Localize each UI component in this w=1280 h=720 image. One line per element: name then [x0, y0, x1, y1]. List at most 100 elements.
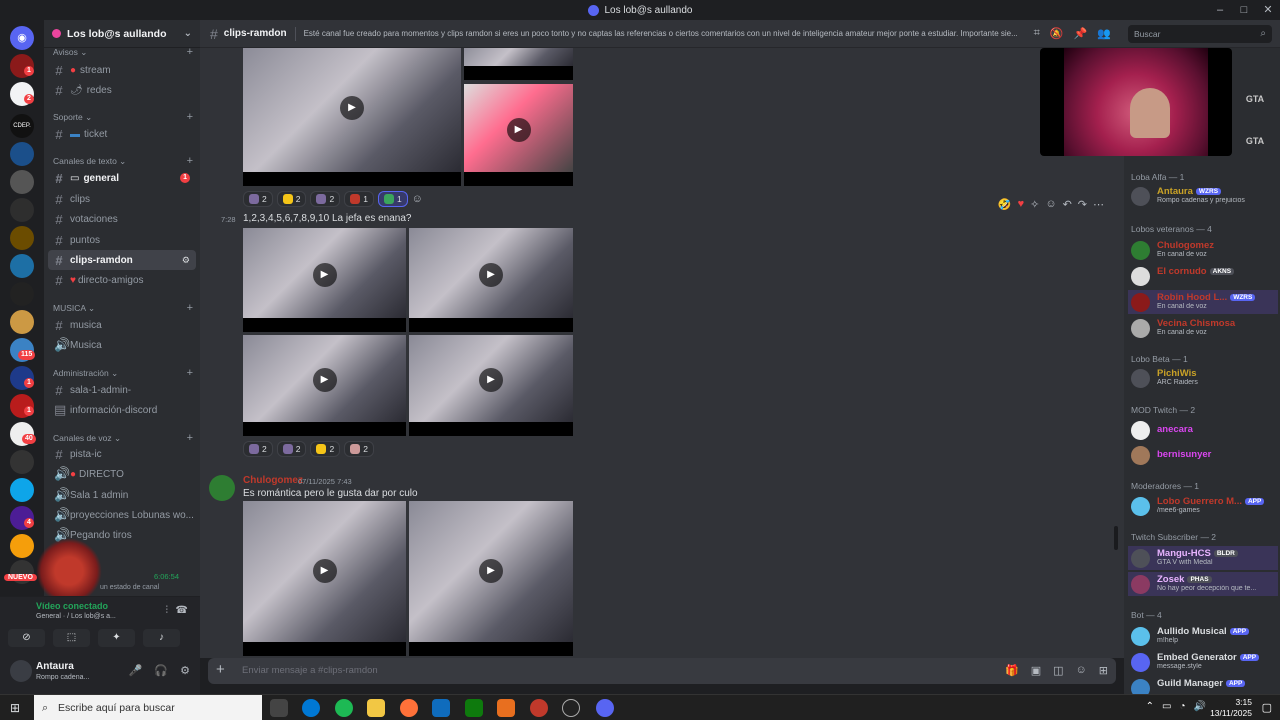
member-list-icon[interactable]: 👥	[1097, 27, 1111, 40]
add-channel-icon[interactable]: +	[187, 111, 193, 123]
add-channel-icon[interactable]: +	[187, 46, 193, 58]
play-icon[interactable]: ▶	[340, 95, 364, 120]
disconnect-icon[interactable]: ☎	[176, 605, 188, 616]
reaction[interactable]: 1	[344, 191, 374, 207]
edge-icon[interactable]	[302, 699, 320, 717]
firefox-icon[interactable]	[400, 699, 418, 717]
category-texto[interactable]: Canales de texto ⌄ +	[53, 155, 193, 167]
message-composer[interactable]: + Enviar mensaje a #clips-ramdon 🎁 ▣ ◫ ☺…	[208, 658, 1116, 684]
emoji-icon[interactable]: ☺	[1076, 664, 1087, 677]
server-icon[interactable]	[10, 254, 34, 278]
play-icon[interactable]: ▶	[312, 368, 337, 393]
forward-icon[interactable]: ↷	[1078, 198, 1087, 211]
activity-icon[interactable]: GTA	[1242, 128, 1268, 154]
add-channel-icon[interactable]: +	[187, 432, 193, 444]
add-reaction-icon[interactable]: ☺	[412, 191, 423, 207]
channel-sala-1-admin[interactable]: # sala-1-admin-	[48, 380, 196, 400]
gift-icon[interactable]: 🎁	[1005, 664, 1019, 677]
notification-icon[interactable]: ▢	[1262, 701, 1272, 714]
clock[interactable]: 3:15 13/11/2025	[1210, 697, 1252, 719]
gif-icon[interactable]: ▣	[1031, 664, 1041, 677]
reaction[interactable]: 2	[243, 441, 273, 457]
channel-directo-amigos[interactable]: # ♥ directo-amigos	[48, 270, 196, 290]
screen-share-button[interactable]: ⬚	[53, 629, 90, 647]
server-icon[interactable]: CDEP.	[10, 114, 34, 138]
search-input[interactable]: Buscar ⌕	[1128, 25, 1272, 43]
channel-settings-icon[interactable]: ⚙	[182, 255, 190, 266]
message-author[interactable]: Chulogomez	[243, 475, 303, 486]
member-item[interactable]: Chulogomez En canal de voz	[1128, 238, 1278, 262]
voice-channel-path[interactable]: General · / Los lob@s a...	[36, 613, 116, 620]
maximize-button[interactable]: □	[1232, 0, 1256, 20]
channel-redes[interactable]: # 🌶 redes	[48, 80, 196, 100]
member-item[interactable]: anecara	[1128, 418, 1278, 442]
chevron-up-icon[interactable]: ⌃	[1146, 701, 1154, 712]
app-icon[interactable]	[497, 699, 515, 717]
app-icon[interactable]	[562, 699, 580, 717]
video-attachment[interactable]: ▶	[464, 84, 573, 186]
category-voz[interactable]: Canales de voz ⌄ +	[53, 432, 193, 444]
play-icon[interactable]: ▶	[312, 262, 337, 287]
app-icon[interactable]	[530, 699, 548, 717]
voice-channel-proyecciones[interactable]: 🔊 proyecciones Lobunas wo...	[48, 505, 196, 525]
add-attachment-icon[interactable]: +	[216, 661, 225, 678]
channel-general[interactable]: # ▭ general 1	[48, 168, 196, 188]
taskbar-search-input[interactable]: ⌕ Escribe aquí para buscar	[34, 695, 262, 720]
microphone-icon[interactable]: 🎤	[129, 664, 143, 677]
channel-stream[interactable]: # ● stream	[48, 60, 196, 80]
wolf-emoji-icon[interactable]: ✧	[1030, 198, 1039, 211]
voice-channel-sala-1-admin[interactable]: 🔊 Sala 1 admin	[48, 485, 196, 505]
channel-clips[interactable]: # clips	[48, 189, 196, 209]
soundboard-button[interactable]: ♪	[143, 629, 180, 647]
play-icon[interactable]: ▶	[479, 558, 503, 583]
video-attachment[interactable]: ▶	[409, 335, 573, 436]
activities-button[interactable]: ✦	[98, 629, 135, 647]
server-icon[interactable]	[10, 226, 34, 250]
file-explorer-icon[interactable]	[367, 699, 385, 717]
windows-start-icon[interactable]: ⊞	[10, 701, 20, 715]
voice-channel-musica[interactable]: 🔊 Musica	[48, 335, 196, 355]
pin-icon[interactable]: 📌	[1074, 27, 1088, 40]
avatar[interactable]	[10, 660, 32, 682]
category-admin[interactable]: Administración ⌄ +	[53, 367, 193, 379]
channel-puntos[interactable]: # puntos	[48, 230, 196, 250]
video-attachment[interactable]: ▶	[409, 501, 573, 656]
server-icon[interactable]	[10, 282, 34, 306]
server-icon[interactable]	[10, 534, 34, 558]
emoji-icon[interactable]: 🤣	[998, 198, 1012, 211]
more-options-icon[interactable]: ⋯	[1093, 198, 1104, 211]
add-reaction-icon[interactable]: ☺	[1045, 198, 1056, 211]
server-header[interactable]: Los lob@s aullando ⌄	[44, 20, 200, 48]
gear-icon[interactable]: ⚙	[180, 664, 190, 677]
channel-votaciones[interactable]: # votaciones	[48, 209, 196, 229]
category-musica[interactable]: MUSICA ⌄ +	[53, 302, 193, 314]
reaction[interactable]: 2	[243, 191, 273, 207]
video-attachment[interactable]: ▶	[243, 48, 461, 186]
reply-icon[interactable]: ↶	[1063, 198, 1072, 211]
video-attachment[interactable]: ▶	[243, 228, 406, 332]
apps-icon[interactable]: ⊞	[1099, 664, 1108, 677]
add-channel-icon[interactable]: +	[187, 367, 193, 379]
video-attachment[interactable]: ▶	[243, 501, 406, 656]
play-icon[interactable]: ▶	[312, 558, 337, 583]
reaction[interactable]: 2	[310, 441, 341, 457]
stream-preview[interactable]	[1040, 48, 1232, 156]
play-icon[interactable]: ▶	[479, 262, 503, 287]
channel-pista-ic[interactable]: # pista-ic	[48, 444, 196, 464]
server-icon[interactable]	[10, 450, 34, 474]
category-avisos[interactable]: Avisos ⌄ +	[53, 46, 193, 58]
member-item[interactable]: Embed Generator APP message.style	[1128, 650, 1278, 674]
member-item[interactable]: Aullido Musical APP m!help	[1128, 624, 1278, 648]
noise-suppression-icon[interactable]: ⫶	[166, 605, 169, 616]
heart-icon[interactable]: ♥	[1018, 198, 1025, 211]
notification-bell-icon[interactable]: 🔕	[1050, 27, 1064, 40]
server-icon[interactable]	[10, 478, 34, 502]
discord-home-icon[interactable]: ◉	[10, 26, 34, 50]
store-icon[interactable]	[465, 699, 483, 717]
member-item[interactable]: Guild Manager APP	[1128, 676, 1278, 694]
reaction[interactable]: 2	[276, 191, 307, 207]
member-item[interactable]: Mangu-HCS BLDR GTA V with Medal	[1128, 546, 1278, 570]
server-icon[interactable]	[10, 170, 34, 194]
reaction[interactable]: 2	[310, 191, 341, 207]
scrollbar[interactable]	[1114, 526, 1118, 550]
